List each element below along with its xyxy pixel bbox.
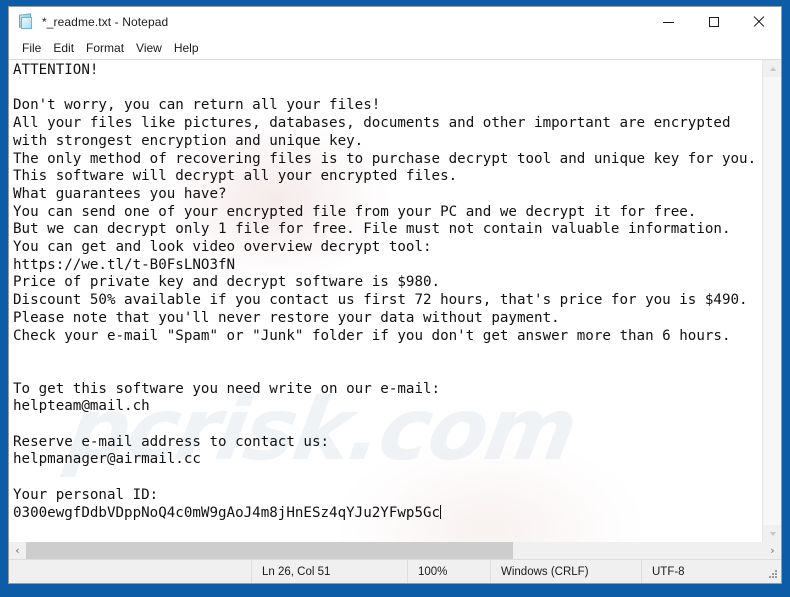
horizontal-scrollbar[interactable]: ‹ › [9,542,781,559]
vertical-scrollbar[interactable] [763,60,781,542]
window-title: *_readme.txt - Notepad [42,15,169,29]
scroll-down-icon [769,531,776,536]
caption-buttons [646,7,781,37]
status-bar: Ln 26, Col 51 100% Windows (CRLF) UTF-8 [9,559,781,583]
scroll-down-button[interactable] [764,525,781,542]
text-caret [440,504,442,519]
chevron-right-icon: › [770,544,775,557]
minimize-icon [663,21,674,23]
horizontal-scroll-track[interactable] [26,542,764,559]
menu-item-format[interactable]: Format [80,39,130,58]
title-bar-left: *_readme.txt - Notepad [9,13,646,30]
status-cursor-position: Ln 26, Col 51 [251,560,407,583]
menu-item-edit[interactable]: Edit [47,39,80,58]
status-zoom-level[interactable]: 100% [407,560,490,583]
minimize-button[interactable] [646,7,691,37]
close-icon [753,16,765,28]
resize-grip-icon[interactable] [762,560,781,583]
text-editor[interactable]: pcrisk.com ATTENTION! Don't worry, you c… [9,60,763,542]
status-encoding: UTF-8 [641,560,762,583]
menu-item-help[interactable]: Help [168,39,205,58]
maximize-icon [708,17,719,27]
menu-item-file[interactable]: File [16,39,47,58]
notepad-icon [17,13,34,30]
menu-bar: File Edit Format View Help [9,37,781,60]
maximize-button[interactable] [691,7,736,37]
document-text[interactable]: ATTENTION! Don't worry, you can return a… [9,60,762,522]
scroll-up-button[interactable] [764,60,781,77]
vertical-scroll-track[interactable] [764,77,781,525]
chevron-left-icon: ‹ [15,544,20,557]
document-body: ATTENTION! Don't worry, you can return a… [13,62,757,521]
close-button[interactable] [736,7,781,37]
menu-item-view[interactable]: View [130,39,168,58]
notepad-window: *_readme.txt - Notepad File Edit Format … [8,6,782,584]
editor-area: pcrisk.com ATTENTION! Don't worry, you c… [9,60,781,542]
scroll-left-button[interactable]: ‹ [9,542,26,559]
scroll-up-icon [769,66,776,71]
scroll-right-button[interactable]: › [764,542,781,559]
desktop-background: *_readme.txt - Notepad File Edit Format … [0,0,790,597]
status-line-ending: Windows (CRLF) [490,560,641,583]
title-bar[interactable]: *_readme.txt - Notepad [9,7,781,37]
horizontal-scroll-thumb[interactable] [26,542,514,559]
